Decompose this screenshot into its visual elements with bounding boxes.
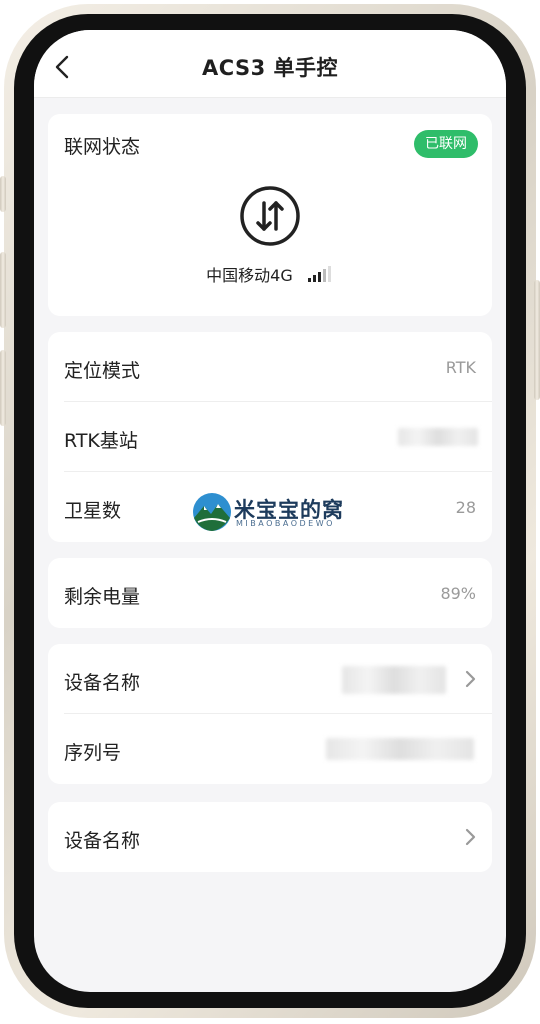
rtk-base-row: RTK基站 (48, 402, 492, 472)
network-status-card: 联网状态 已联网 中国移动4G (48, 114, 492, 316)
serial-number-row: 序列号 (48, 714, 492, 784)
phone-volume-down (0, 350, 6, 426)
status-badge: 已联网 (414, 130, 478, 158)
satellite-count-label: 卫星数 (64, 500, 122, 522)
watermark: 米宝宝的窝 MIBAOBAODEWO (192, 492, 392, 532)
positioning-mode-label: 定位模式 (64, 360, 141, 382)
rtk-base-label: RTK基站 (64, 430, 138, 452)
battery-label: 剩余电量 (64, 586, 141, 608)
positioning-mode-value: RTK (445, 358, 476, 377)
chevron-right-icon (465, 670, 476, 688)
carrier-label: 中国移动4G (206, 266, 293, 285)
redacted-value (326, 738, 474, 760)
signal-strength-icon (307, 266, 331, 282)
phone-side-button (0, 176, 6, 212)
device-info-card: 设备名称 序列号 (48, 644, 492, 784)
redacted-value (398, 428, 478, 446)
battery-card: 剩余电量 89% (48, 558, 492, 628)
serial-number-label: 序列号 (64, 742, 122, 764)
device-name-label-2: 设备名称 (64, 830, 141, 852)
nav-bar: ACS3 单手控 (34, 30, 506, 98)
device-name-label: 设备名称 (64, 672, 141, 694)
watermark-logo-icon (193, 493, 231, 531)
phone-power-button (534, 280, 540, 400)
chevron-right-icon (465, 828, 476, 846)
network-status-label: 联网状态 (64, 136, 141, 158)
redacted-value (342, 666, 446, 694)
battery-value: 89% (440, 584, 476, 603)
positioning-mode-row: 定位模式 RTK (48, 332, 492, 402)
phone-volume-up (0, 252, 6, 328)
battery-row: 剩余电量 89% (48, 558, 492, 628)
device-name-card: 设备名称 (48, 802, 492, 872)
page-title: ACS3 单手控 (201, 56, 339, 80)
watermark-subtitle: MIBAOBAODEWO (236, 519, 335, 528)
carrier-info: 中国移动4G (48, 262, 492, 286)
device-name-row-2[interactable]: 设备名称 (48, 802, 492, 872)
satellite-count-value: 28 (455, 498, 476, 517)
network-transfer-icon (240, 186, 300, 246)
device-name-row[interactable]: 设备名称 (48, 644, 492, 714)
